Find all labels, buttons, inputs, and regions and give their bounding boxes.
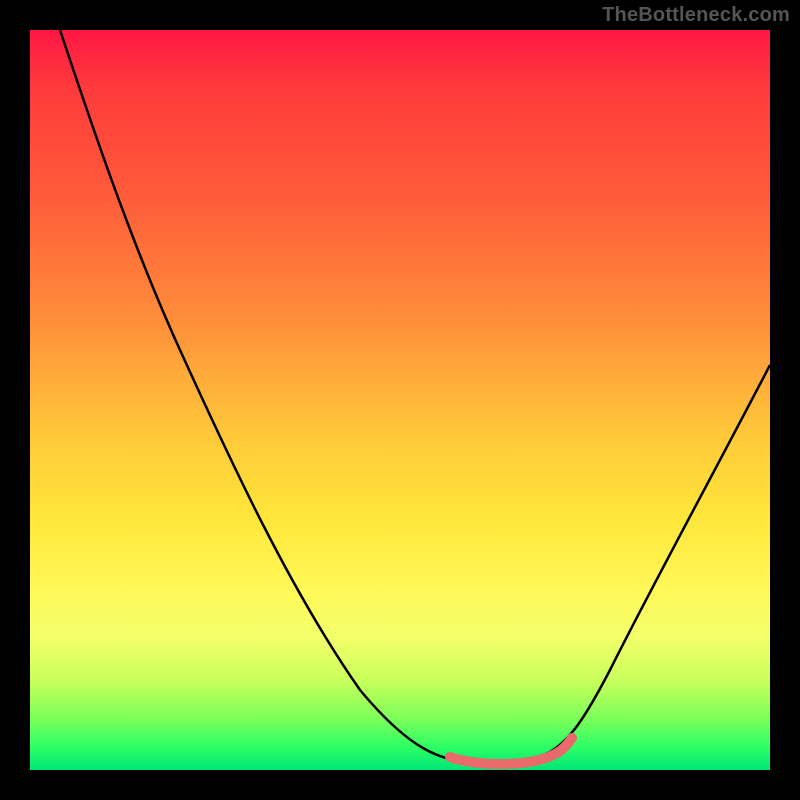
watermark-text: TheBottleneck.com xyxy=(602,4,790,27)
plot-area xyxy=(30,30,770,770)
chart-stage: TheBottleneck.com xyxy=(0,0,800,800)
pink-flat-segment xyxy=(450,738,572,764)
curve-layer xyxy=(30,30,770,770)
bottleneck-curve xyxy=(60,30,770,763)
